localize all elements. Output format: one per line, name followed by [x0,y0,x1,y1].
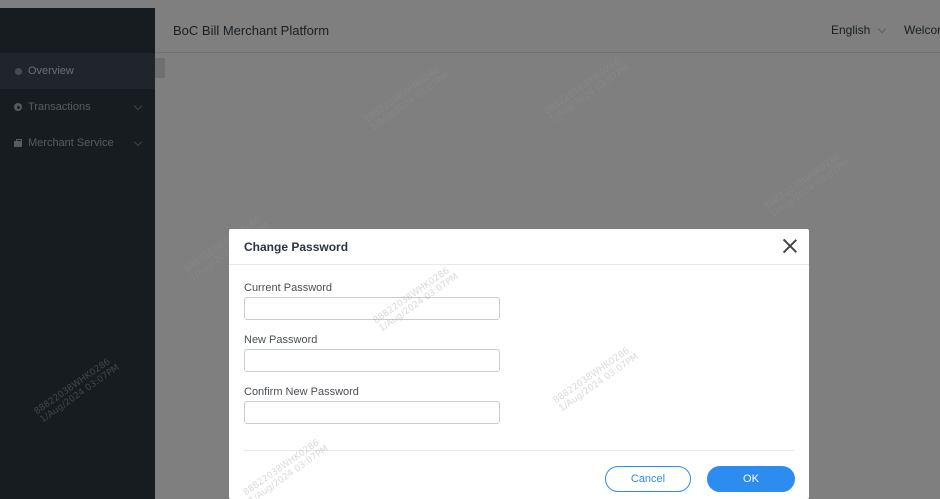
close-icon[interactable] [781,237,799,255]
app-window: Overview Transactions Merchant Service B… [0,0,940,499]
watermark: 88822038WHK0286 1/Aug/2024 03:07PM [241,438,331,499]
ok-button[interactable]: OK [707,466,795,492]
new-password-label: New Password [244,334,318,346]
dialog-header: Change Password [229,229,809,265]
watermark: 88822038WHK0286 1/Aug/2024 03:07PM [551,346,641,415]
confirm-password-input[interactable] [244,401,500,424]
current-password-input[interactable] [244,297,500,320]
change-password-dialog: Change Password Current Password New Pas… [229,229,809,499]
current-password-label: Current Password [244,282,333,294]
dialog-divider [244,450,794,451]
new-password-input[interactable] [244,349,500,372]
cancel-button[interactable]: Cancel [605,466,691,492]
confirm-password-label: Confirm New Password [244,386,359,398]
dialog-title: Change Password [244,239,349,254]
